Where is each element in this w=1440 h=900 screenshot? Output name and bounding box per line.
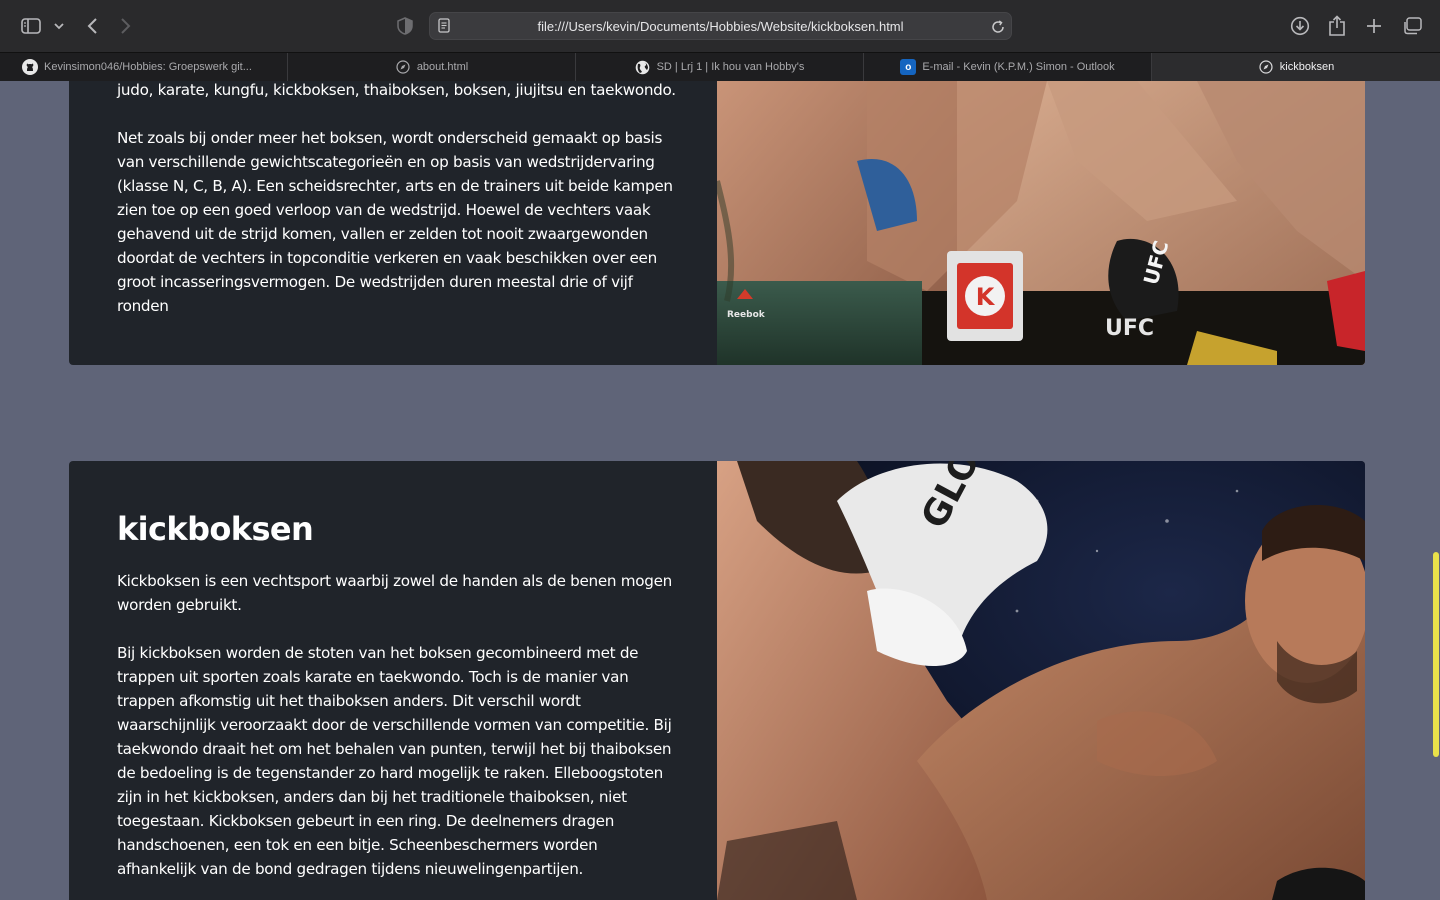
card-text: judo, karate, kungfu, kickboksen, thaibo… bbox=[117, 81, 677, 318]
glory-fight-image: GLORY bbox=[717, 461, 1365, 900]
content-card-intro: judo, karate, kungfu, kickboksen, thaibo… bbox=[69, 81, 1365, 365]
reload-icon[interactable] bbox=[991, 19, 1005, 38]
ufc-fight-image: K UFC UFC Reebok bbox=[717, 81, 1365, 365]
globe-icon bbox=[635, 59, 651, 75]
browser-toolbar: file:///Users/kevin/Documents/Hobbies/We… bbox=[0, 0, 1440, 52]
paragraph: Kickboksen is een vechtsport waarbij zow… bbox=[117, 572, 672, 614]
scrollbar-thumb[interactable] bbox=[1433, 552, 1439, 757]
content-card-kickboksen: kickboksen Kickboksen is een vechtsport … bbox=[69, 461, 1365, 900]
download-icon[interactable] bbox=[1288, 12, 1312, 40]
tab-label: SD | Lrj 1 | Ik hou van Hobby's bbox=[656, 61, 805, 73]
paragraph: judo, karate, kungfu, kickboksen, thaibo… bbox=[117, 81, 676, 99]
tab-kickboksen[interactable]: kickboksen bbox=[1152, 53, 1440, 81]
paragraph: Net zoals bij onder meer het boksen, wor… bbox=[117, 129, 673, 315]
tab-label: kickboksen bbox=[1279, 61, 1335, 73]
compass-icon bbox=[395, 59, 411, 75]
url-text[interactable]: file:///Users/kevin/Documents/Hobbies/We… bbox=[430, 19, 1011, 34]
plus-icon[interactable] bbox=[1362, 12, 1386, 40]
privacy-shield-icon[interactable] bbox=[394, 12, 416, 40]
ufc-shorts-logo: UFC bbox=[1105, 316, 1154, 341]
tab-label: E-mail - Kevin (K.P.M.) Simon - Outlook bbox=[922, 61, 1115, 73]
github-icon bbox=[22, 59, 38, 75]
address-bar[interactable]: file:///Users/kevin/Documents/Hobbies/We… bbox=[429, 12, 1012, 40]
tab-bar: Kevinsimon046/Hobbies: Groepswerk git...… bbox=[0, 52, 1440, 81]
tab-about[interactable]: about.html bbox=[288, 53, 576, 81]
chevron-down-icon[interactable] bbox=[52, 12, 66, 40]
tab-hobbys[interactable]: SD | Lrj 1 | Ik hou van Hobby's bbox=[576, 53, 864, 81]
card-text: kickboksen Kickboksen is een vechtsport … bbox=[117, 505, 677, 881]
reebok-logo: Reebok bbox=[727, 310, 766, 320]
section-title: kickboksen bbox=[117, 510, 314, 548]
tab-overview-icon[interactable] bbox=[1399, 12, 1425, 40]
sidebar-toggle-icon[interactable] bbox=[18, 12, 44, 40]
tab-label: Kevinsimon046/Hobbies: Groepswerk git... bbox=[44, 61, 252, 73]
forward-arrow-icon[interactable] bbox=[114, 12, 138, 40]
sponsor-logo: K bbox=[976, 283, 996, 311]
tab-label: about.html bbox=[416, 61, 469, 73]
paragraph: Bij kickboksen worden de stoten van het … bbox=[117, 644, 672, 878]
outlook-icon: o bbox=[900, 59, 917, 75]
back-arrow-icon[interactable] bbox=[80, 12, 104, 40]
tab-outlook[interactable]: o E-mail - Kevin (K.P.M.) Simon - Outloo… bbox=[864, 53, 1152, 81]
share-icon[interactable] bbox=[1325, 12, 1349, 40]
tab-github[interactable]: Kevinsimon046/Hobbies: Groepswerk git... bbox=[0, 53, 288, 81]
compass-icon bbox=[1258, 59, 1274, 75]
